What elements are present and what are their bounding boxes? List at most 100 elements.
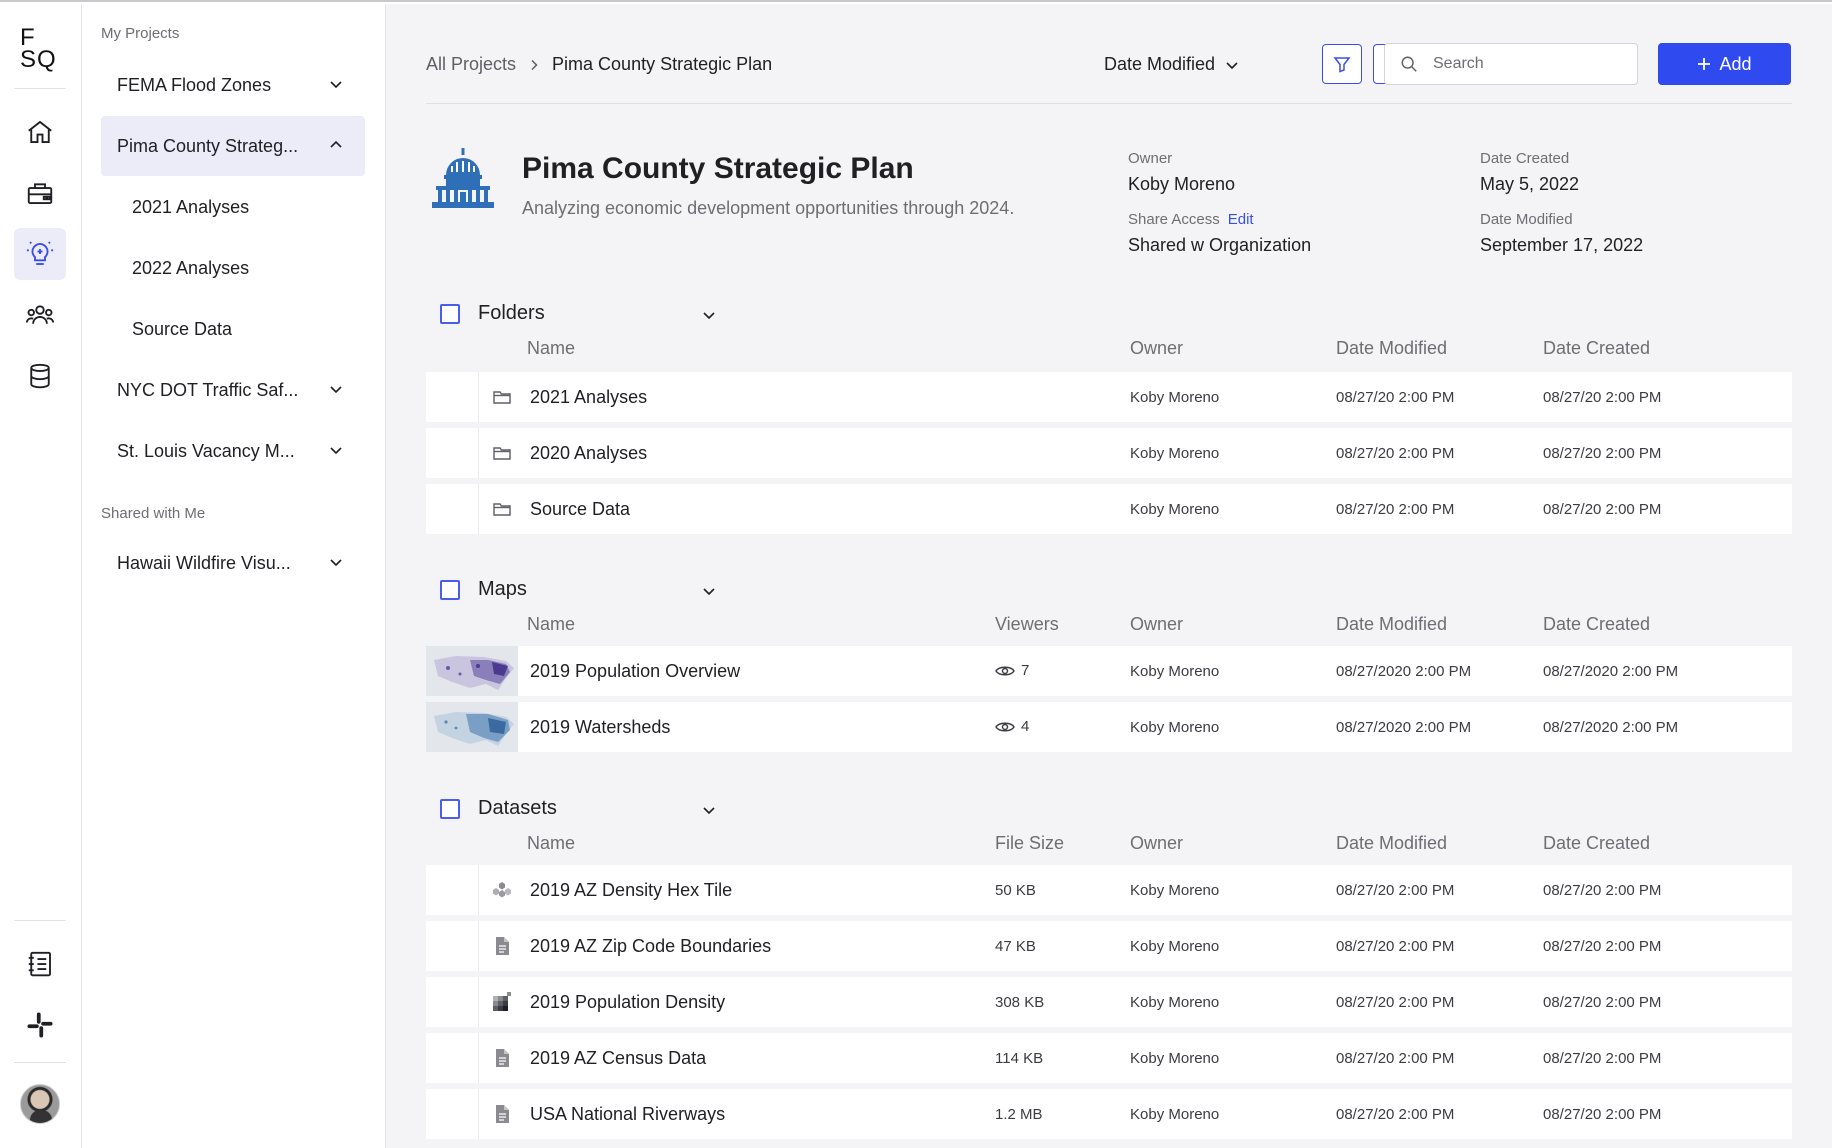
row-file-size: 114 KB (995, 1050, 1044, 1067)
table-row[interactable]: 2019 Watersheds 4 Koby Moreno 08/27/2020… (426, 702, 1792, 752)
datasets-select-all-checkbox[interactable] (440, 799, 460, 819)
sidebar-project-nyc[interactable]: NYC DOT Traffic Saf... (101, 360, 365, 420)
raster-icon (493, 992, 511, 1011)
row-name: 2019 AZ Zip Code Boundaries (530, 936, 772, 956)
eye-icon (995, 666, 1015, 675)
row-date-modified: 08/27/2020 2:00 PM (1336, 719, 1472, 736)
rail-home-button[interactable] (14, 106, 66, 158)
row-date-modified: 08/27/2020 2:00 PM (1336, 663, 1472, 680)
breadcrumb-root[interactable]: All Projects (426, 54, 516, 75)
chevron-down-icon[interactable] (329, 443, 343, 457)
table-row[interactable]: 2021 Analyses Koby Moreno 08/27/20 2:00 … (426, 372, 1792, 422)
user-avatar[interactable] (20, 1084, 60, 1124)
row-name: 2019 Watersheds (530, 717, 671, 737)
plus-icon (1698, 58, 1711, 70)
sidebar-subitem-2021[interactable]: 2021 Analyses (132, 197, 249, 218)
fsq-logo[interactable]: F SQ (20, 26, 60, 73)
date-modified-value: September 17, 2022 (1480, 235, 1644, 255)
rail-data-button[interactable] (14, 350, 66, 402)
col-header-owner[interactable]: Owner (1130, 833, 1183, 854)
logo-line-2: SQ (20, 46, 57, 73)
chevron-down-icon (1226, 61, 1238, 69)
row-indent (478, 1089, 479, 1139)
main-content: All Projects Pima County Strategic Plan … (386, 4, 1832, 1148)
filter-button[interactable] (1322, 44, 1362, 84)
table-row[interactable]: USA National Riverways 1.2 MB Koby Moren… (426, 1089, 1792, 1139)
sort-dropdown[interactable]: Date Modified (1104, 54, 1239, 75)
row-date-modified: 08/27/20 2:00 PM (1336, 994, 1455, 1011)
col-header-name[interactable]: Name (527, 614, 575, 635)
sidebar-project-fema[interactable]: FEMA Flood Zones (101, 55, 365, 115)
col-header-date-modified[interactable]: Date Modified (1336, 614, 1447, 635)
chevron-down-icon[interactable] (702, 308, 716, 322)
share-edit-link[interactable]: Edit (1228, 211, 1254, 228)
owner-value: Koby Moreno (1128, 174, 1236, 194)
capitol-building-icon (432, 148, 494, 208)
rail-docs-button[interactable] (14, 938, 66, 990)
row-indent (478, 484, 479, 534)
col-header-date-created[interactable]: Date Created (1543, 614, 1650, 635)
folders-select-all-checkbox[interactable] (440, 304, 460, 324)
sidebar-project-stlouis[interactable]: St. Louis Vacancy M... (101, 421, 365, 481)
eye-icon (995, 722, 1015, 731)
table-row[interactable]: 2020 Analyses Koby Moreno 08/27/20 2:00 … (426, 428, 1792, 478)
datasets-title: Datasets (478, 797, 557, 819)
chevron-down-icon[interactable] (329, 555, 343, 569)
add-button[interactable]: Add (1658, 43, 1791, 85)
table-row[interactable]: 2019 AZ Density Hex Tile 50 KB Koby More… (426, 865, 1792, 915)
chevron-down-icon[interactable] (702, 803, 716, 817)
row-date-modified: 08/27/20 2:00 PM (1336, 938, 1455, 955)
sidebar-subitem-2022[interactable]: 2022 Analyses (132, 258, 249, 279)
row-owner: Koby Moreno (1130, 445, 1220, 462)
table-row[interactable]: 2019 Population Overview 7 Koby Moreno 0… (426, 646, 1792, 696)
chevron-down-icon[interactable] (329, 382, 343, 396)
col-header-viewers[interactable]: Viewers (995, 614, 1059, 635)
datasets-header[interactable]: Datasets (426, 793, 726, 825)
sidebar-project-pima[interactable]: Pima County Strateg... (101, 116, 365, 176)
chevron-down-icon[interactable] (329, 77, 343, 91)
table-row[interactable]: 2019 Population Density 308 KB Koby More… (426, 977, 1792, 1027)
folders-header[interactable]: Folders (426, 298, 726, 330)
search-icon (1401, 56, 1417, 72)
maps-header[interactable]: Maps (426, 574, 726, 606)
map-thumbnail (426, 646, 518, 696)
col-header-name[interactable]: Name (527, 338, 575, 359)
table-row[interactable]: Source Data Koby Moreno 08/27/20 2:00 PM… (426, 484, 1792, 534)
project-label: Pima County Strateg... (117, 135, 299, 156)
chevron-down-icon[interactable] (702, 584, 716, 598)
viewers-count: 7 (1021, 662, 1030, 679)
sidebar-subitem-source[interactable]: Source Data (132, 319, 232, 340)
row-owner: Koby Moreno (1130, 994, 1220, 1011)
row-date-created: 08/27/20 2:00 PM (1543, 1050, 1662, 1067)
project-header: Pima County Strategic Plan Analyzing eco… (426, 144, 1792, 264)
maps-select-all-checkbox[interactable] (440, 580, 460, 600)
col-header-owner[interactable]: Owner (1130, 614, 1183, 635)
rail-workspace-button[interactable] (14, 167, 66, 219)
chevron-up-icon[interactable] (329, 138, 343, 152)
col-header-date-modified[interactable]: Date Modified (1336, 338, 1447, 359)
col-header-date-created[interactable]: Date Created (1543, 338, 1650, 359)
share-access-value: Shared w Organization (1128, 235, 1312, 255)
rail-team-button[interactable] (14, 289, 66, 341)
maps-title: Maps (478, 578, 527, 600)
breadcrumb: All Projects Pima County Strategic Plan (426, 54, 772, 75)
row-date-created: 08/27/2020 2:00 PM (1543, 719, 1679, 736)
col-header-name[interactable]: Name (527, 833, 575, 854)
col-header-file-size[interactable]: File Size (995, 833, 1064, 854)
rail-slack-button[interactable] (14, 999, 66, 1051)
search-input[interactable] (1384, 43, 1638, 85)
col-header-owner[interactable]: Owner (1130, 338, 1183, 359)
share-access-label: Share Access Edit (1128, 211, 1254, 228)
slack-icon (27, 1012, 53, 1038)
project-title: Pima County Strategic Plan (522, 152, 914, 185)
col-header-date-created[interactable]: Date Created (1543, 833, 1650, 854)
col-header-date-modified[interactable]: Date Modified (1336, 833, 1447, 854)
row-date-modified: 08/27/20 2:00 PM (1336, 1050, 1455, 1067)
rail-projects-button[interactable] (14, 228, 66, 280)
app-window: F SQ My Projects FEMA Flood Zones Pima C… (0, 0, 1832, 1148)
table-row[interactable]: 2019 AZ Zip Code Boundaries 47 KB Koby M… (426, 921, 1792, 971)
table-row[interactable]: 2019 AZ Census Data 114 KB Koby Moreno 0… (426, 1033, 1792, 1083)
sidebar-project-hawaii[interactable]: Hawaii Wildfire Visu... (101, 533, 365, 593)
row-file-size: 50 KB (995, 882, 1036, 899)
briefcase-icon (27, 183, 53, 204)
